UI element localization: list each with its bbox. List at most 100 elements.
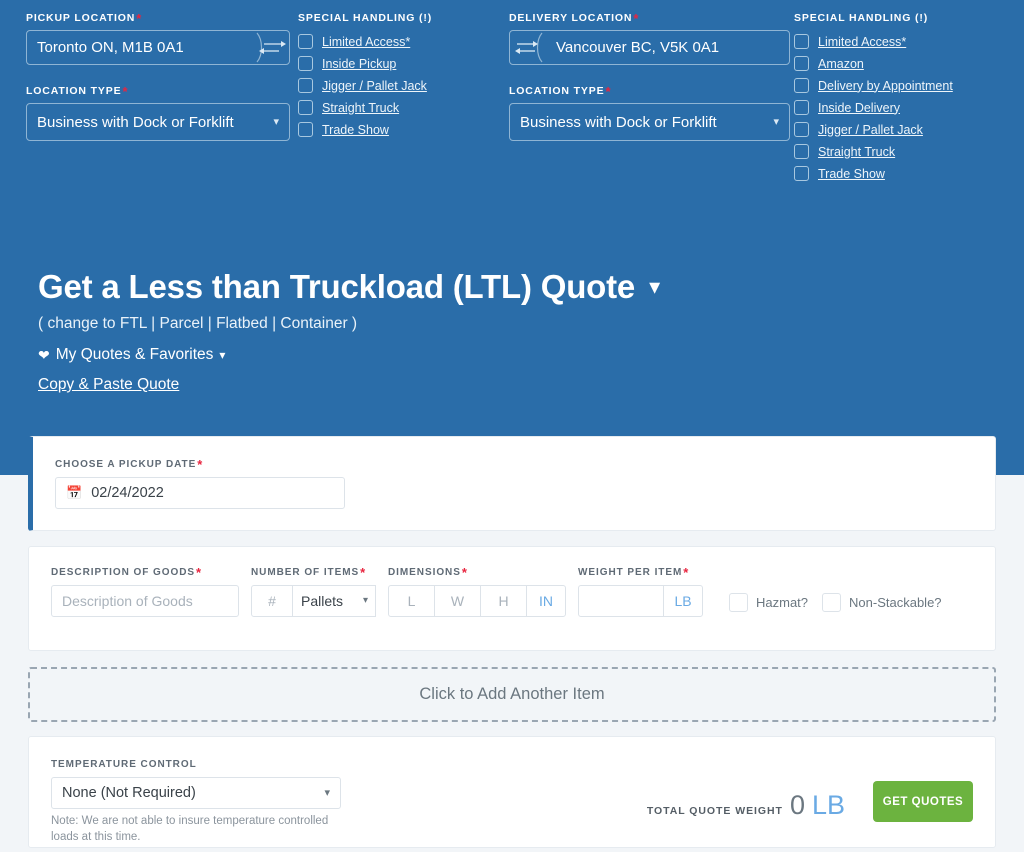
checkbox-row[interactable]: Amazon — [794, 56, 1000, 71]
checkbox-label[interactable]: Inside Pickup — [322, 57, 396, 71]
checkbox-icon[interactable] — [298, 78, 313, 93]
pickup-location-input[interactable] — [27, 31, 253, 64]
mode-link-parcel[interactable]: Parcel — [159, 315, 203, 332]
checkbox-icon[interactable] — [794, 78, 809, 93]
checkbox-label[interactable]: Amazon — [818, 57, 864, 71]
shipment-item-card: DESCRIPTION OF GOODS* NUMBER OF ITEMS* P… — [28, 546, 996, 651]
checkbox-row[interactable]: Delivery by Appointment — [794, 78, 1000, 93]
swap-arrows-icon[interactable] — [253, 31, 289, 64]
number-of-items-label: NUMBER OF ITEMS* — [251, 565, 367, 580]
checkbox-row[interactable]: Straight Truck — [794, 144, 1000, 159]
checkbox-label[interactable]: Limited Access* — [322, 35, 410, 49]
non-stackable-checkbox[interactable]: Non-Stackable? — [822, 593, 942, 612]
page-title-text: Get a Less than Truckload (LTL) Quote — [38, 268, 636, 305]
checkbox-row[interactable]: Inside Pickup — [298, 56, 495, 71]
hazmat-checkbox[interactable]: Hazmat? — [729, 593, 808, 612]
checkbox-row[interactable]: Limited Access* — [794, 34, 1000, 49]
mode-link-ftl[interactable]: FTL — [120, 315, 147, 332]
temperature-body: TEMPERATURE CONTROL None (Not Required) … — [29, 737, 995, 845]
chevron-down-icon[interactable]: ▾ — [649, 274, 660, 300]
checkbox-icon[interactable] — [794, 122, 809, 137]
modes-prefix: ( change to — [38, 315, 120, 332]
checkbox-icon[interactable] — [794, 34, 809, 49]
checkbox-icon[interactable] — [298, 56, 313, 71]
dimensions-label: DIMENSIONS* — [388, 565, 468, 580]
required-marker: * — [633, 11, 640, 26]
checkbox-row[interactable]: Trade Show — [298, 122, 495, 137]
checkbox-label[interactable]: Jigger / Pallet Jack — [818, 123, 923, 137]
modes-sep: | — [267, 315, 281, 332]
weight-label: WEIGHT PER ITEM* — [578, 565, 690, 580]
width-input[interactable] — [434, 585, 481, 617]
checkbox-icon[interactable] — [794, 100, 809, 115]
required-marker: * — [197, 457, 204, 472]
required-marker: * — [461, 565, 468, 580]
heart-icon: ❤ — [38, 346, 50, 363]
checkbox-row[interactable]: Straight Truck — [298, 100, 495, 115]
checkbox-row[interactable]: Trade Show — [794, 166, 1000, 181]
mode-link-container[interactable]: Container — [280, 315, 347, 332]
weight-input[interactable] — [578, 585, 664, 617]
delivery-location-field[interactable] — [509, 30, 790, 65]
checkbox-icon[interactable] — [729, 593, 748, 612]
mode-link-flatbed[interactable]: Flatbed — [216, 315, 268, 332]
add-another-item-label: Click to Add Another Item — [419, 685, 605, 703]
delivery-location-input[interactable] — [546, 31, 789, 64]
total-quote-weight: TOTAL QUOTE WEIGHT 0 LB — [647, 790, 845, 821]
required-marker: * — [136, 11, 143, 26]
checkbox-label[interactable]: Straight Truck — [322, 101, 399, 115]
checkbox-icon[interactable] — [794, 144, 809, 159]
checkbox-label[interactable]: Jigger / Pallet Jack — [322, 79, 427, 93]
pickup-date-input[interactable] — [91, 485, 334, 501]
checkbox-label[interactable]: Trade Show — [322, 123, 389, 137]
dimension-unit-label[interactable]: IN — [526, 585, 566, 617]
description-group: DESCRIPTION OF GOODS* — [51, 566, 239, 617]
pickup-date-field[interactable]: 📅 — [55, 477, 345, 509]
checkbox-icon[interactable] — [298, 122, 313, 137]
add-another-item-button[interactable]: Click to Add Another Item — [28, 667, 996, 722]
pickup-type-label: LOCATION TYPE* — [26, 84, 129, 99]
description-input[interactable] — [51, 585, 239, 617]
weight-unit-label[interactable]: LB — [663, 585, 703, 617]
checkbox-icon[interactable] — [822, 593, 842, 612]
hero-heading-block: Get a Less than Truckload (LTL) Quote ▾ … — [38, 268, 660, 394]
checkbox-row[interactable]: Jigger / Pallet Jack — [298, 78, 495, 93]
mode-switch-links: ( change to FTL | Parcel | Flatbed | Con… — [38, 315, 660, 333]
checkbox-icon[interactable] — [794, 56, 809, 71]
checkbox-label[interactable]: Delivery by Appointment — [818, 79, 953, 93]
modes-sep: | — [146, 315, 160, 332]
non-stackable-label: Non-Stackable? — [849, 595, 942, 610]
swap-arrows-icon[interactable] — [510, 31, 546, 64]
checkbox-label[interactable]: Inside Delivery — [818, 101, 900, 115]
calendar-icon[interactable]: 📅 — [66, 485, 82, 501]
pickup-date-body: CHOOSE A PICKUP DATE* 📅 — [33, 437, 995, 509]
required-marker: * — [360, 565, 367, 580]
my-quotes-favorites[interactable]: ❤ My Quotes & Favorites ▾ — [38, 346, 660, 364]
required-marker: * — [122, 84, 129, 99]
checkbox-icon[interactable] — [298, 34, 313, 49]
modes-suffix: ) — [347, 315, 358, 332]
dimensions-controls: IN — [388, 585, 566, 617]
get-quotes-button[interactable]: GET QUOTES — [873, 781, 973, 822]
temperature-select[interactable]: None (Not Required) — [51, 777, 341, 809]
pickup-location-field[interactable] — [26, 30, 290, 65]
number-of-items-group: NUMBER OF ITEMS* Pallets ▾ — [251, 565, 376, 617]
checkbox-label[interactable]: Limited Access* — [818, 35, 906, 49]
favorites-label: My Quotes & Favorites — [55, 346, 214, 363]
pickup-location-type-select[interactable]: Business with Dock or Forklift — [26, 103, 290, 141]
delivery-location-type-select[interactable]: Business with Dock or Forklift — [509, 103, 790, 141]
page-title: Get a Less than Truckload (LTL) Quote ▾ — [38, 268, 660, 306]
checkbox-row[interactable]: Limited Access* — [298, 34, 495, 49]
copy-paste-quote-link[interactable]: Copy & Paste Quote — [38, 376, 179, 394]
pickup-special-handling: SPECIAL HANDLING (!) Limited Access* Ins… — [290, 12, 495, 188]
checkbox-icon[interactable] — [794, 166, 809, 181]
checkbox-row[interactable]: Jigger / Pallet Jack — [794, 122, 1000, 137]
height-input[interactable] — [480, 585, 527, 617]
length-input[interactable] — [388, 585, 435, 617]
checkbox-icon[interactable] — [298, 100, 313, 115]
checkbox-label[interactable]: Straight Truck — [818, 145, 895, 159]
item-count-input[interactable] — [251, 585, 293, 617]
item-unit-select[interactable]: Pallets — [292, 585, 376, 617]
checkbox-row[interactable]: Inside Delivery — [794, 100, 1000, 115]
checkbox-label[interactable]: Trade Show — [818, 167, 885, 181]
